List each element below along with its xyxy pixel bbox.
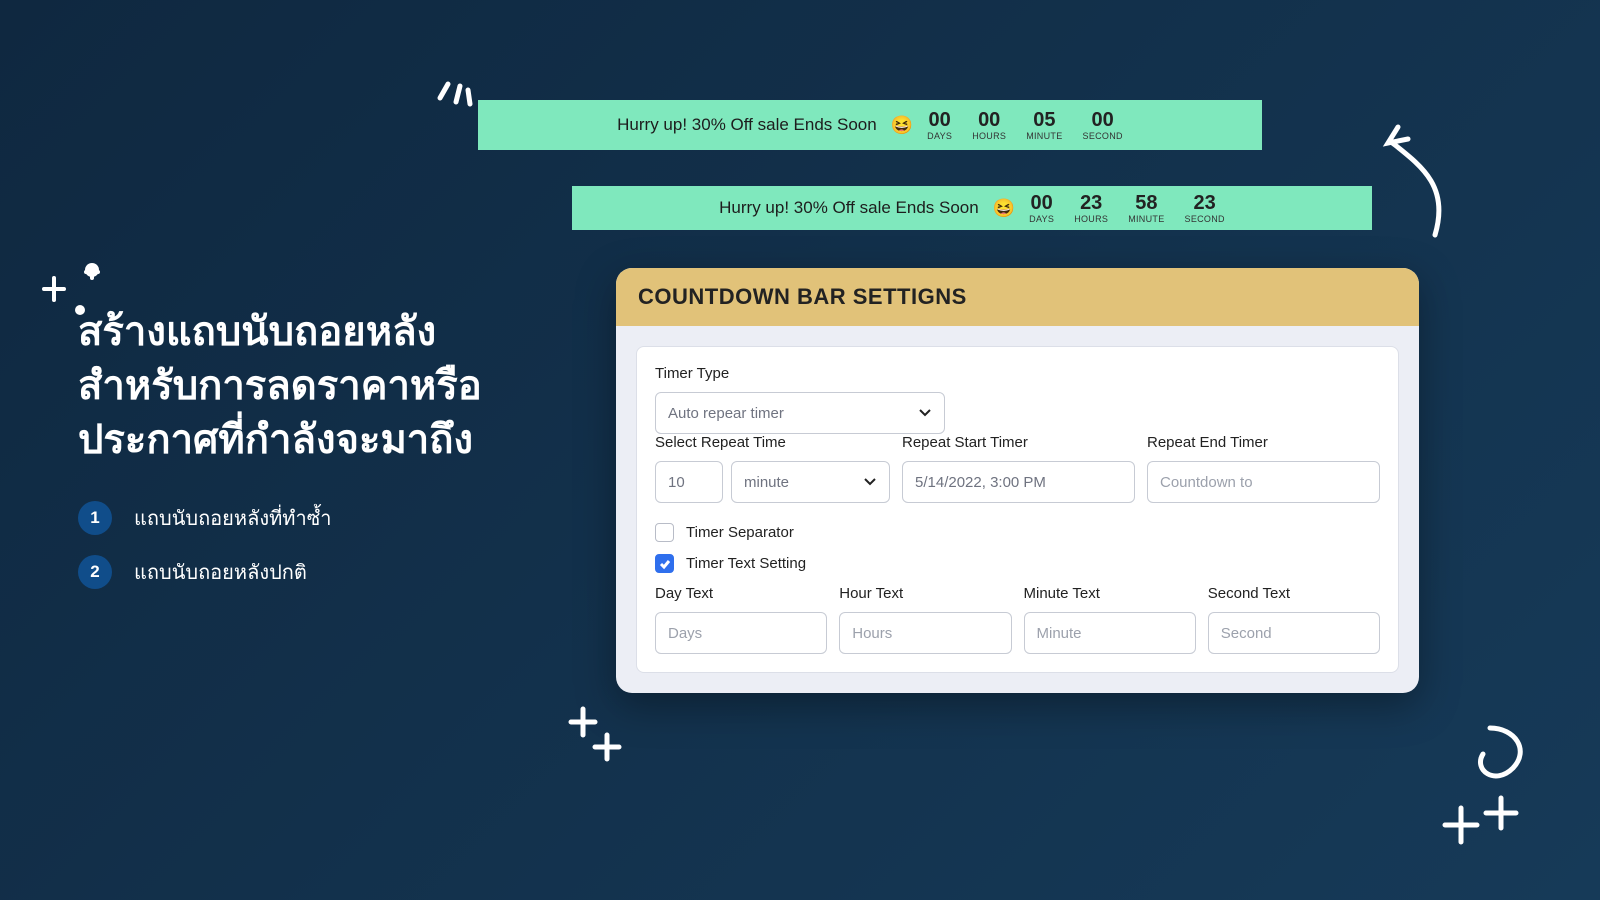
countdown-bar-2: Hurry up! 30% Off sale Ends Soon 😆 00DAY… — [572, 186, 1372, 230]
bullet-2: 2 แถบนับถอยหลังปกติ — [78, 555, 528, 589]
repeat-end-label: Repeat End Timer — [1147, 434, 1380, 451]
bullet-text: แถบนับถอยหลังปกติ — [134, 556, 307, 588]
emoji-icon: 😆 — [993, 198, 1015, 219]
bullet-1: 1 แถบนับถอยหลังที่ทำซ้ำ — [78, 501, 528, 535]
checkbox-label: Timer Text Setting — [686, 555, 806, 572]
countdown-units: 00DAYS 00HOURS 05MINUTE 00SECOND — [927, 110, 1123, 141]
second-text-label: Second Text — [1208, 585, 1380, 602]
hour-text-label: Hour Text — [839, 585, 1011, 602]
minute-text-input[interactable]: Minute — [1024, 612, 1196, 654]
minute-text-label: Minute Text — [1024, 585, 1196, 602]
bar-message: Hurry up! 30% Off sale Ends Soon — [617, 115, 877, 135]
panel-title: COUNTDOWN BAR SETTIGNS — [616, 268, 1419, 326]
doodle-accent-icon — [430, 60, 480, 110]
countdown-bar-1: Hurry up! 30% Off sale Ends Soon 😆 00DAY… — [478, 100, 1262, 150]
doodle-sparkle-icon — [565, 705, 625, 765]
repeat-start-input[interactable]: 5/14/2022, 3:00 PM — [902, 461, 1135, 503]
settings-panel: COUNTDOWN BAR SETTIGNS Timer Type Auto r… — [616, 268, 1419, 693]
chevron-down-icon — [918, 406, 932, 420]
timer-text-setting-checkbox[interactable]: Timer Text Setting — [655, 554, 1380, 573]
second-text-input[interactable]: Second — [1208, 612, 1380, 654]
bullet-number-icon: 1 — [78, 501, 112, 535]
chevron-down-icon — [863, 475, 877, 489]
hero-title: สร้างแถบนับถอยหลังสำหรับการลดราคาหรือประ… — [78, 305, 528, 467]
bar-message: Hurry up! 30% Off sale Ends Soon — [719, 198, 979, 218]
repeat-start-label: Repeat Start Timer — [902, 434, 1135, 451]
emoji-icon: 😆 — [891, 115, 913, 136]
doodle-swirl-sparkle-icon — [1435, 720, 1545, 850]
checkbox-label: Timer Separator — [686, 524, 794, 541]
day-text-label: Day Text — [655, 585, 827, 602]
bullet-number-icon: 2 — [78, 555, 112, 589]
countdown-units: 00DAYS 23HOURS 58MINUTE 23SECOND — [1029, 193, 1225, 224]
repeat-time-label: Select Repeat Time — [655, 434, 890, 451]
timer-type-label: Timer Type — [655, 365, 945, 382]
hero-section: สร้างแถบนับถอยหลังสำหรับการลดราคาหรือประ… — [78, 305, 528, 609]
timer-separator-checkbox[interactable]: Timer Separator — [655, 523, 1380, 542]
repeat-time-unit-select[interactable]: minute — [731, 461, 890, 503]
checkbox-icon — [655, 523, 674, 542]
doodle-arrow-icon — [1380, 115, 1470, 245]
hour-text-input[interactable]: Hours — [839, 612, 1011, 654]
checkbox-checked-icon — [655, 554, 674, 573]
timer-type-select[interactable]: Auto repear timer — [655, 392, 945, 434]
day-text-input[interactable]: Days — [655, 612, 827, 654]
repeat-end-input[interactable]: Countdown to — [1147, 461, 1380, 503]
repeat-time-value-input[interactable]: 10 — [655, 461, 723, 503]
bullet-text: แถบนับถอยหลังที่ทำซ้ำ — [134, 502, 332, 534]
